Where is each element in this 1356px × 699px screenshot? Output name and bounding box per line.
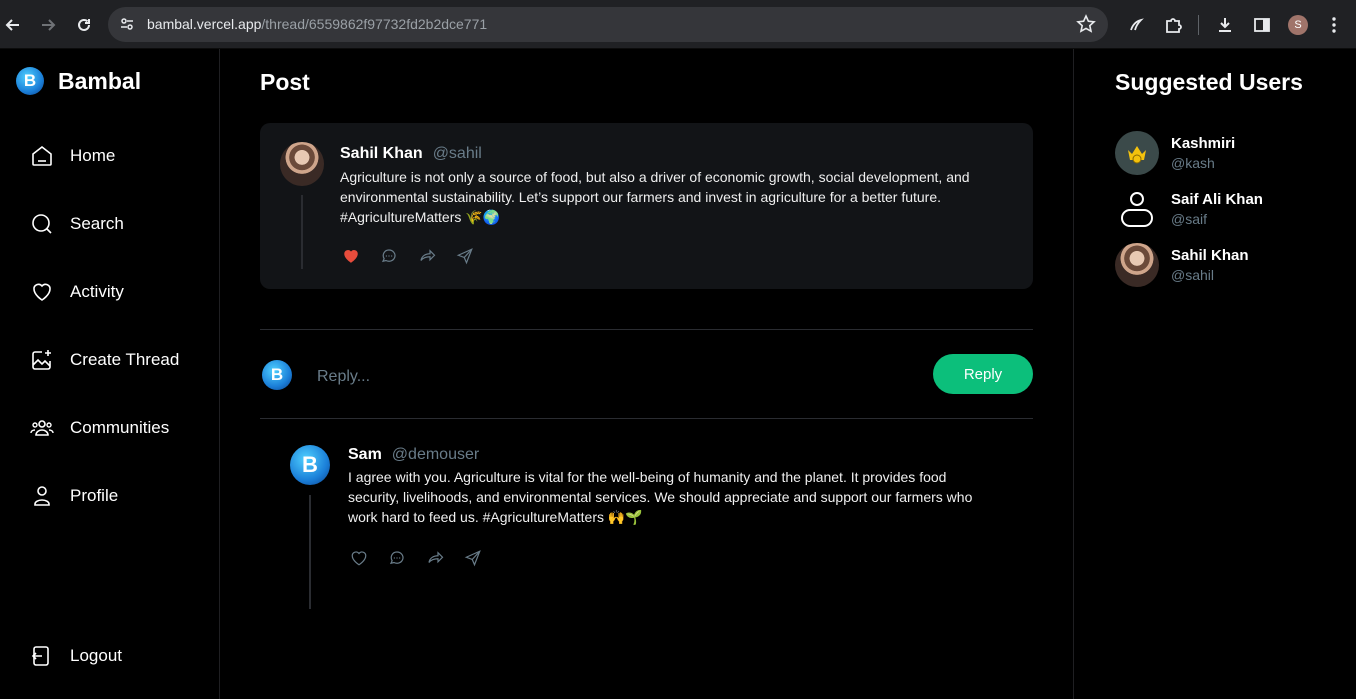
reply-input[interactable] <box>317 368 917 386</box>
user-handle: @kash <box>1171 155 1215 171</box>
brand[interactable]: B Bambal <box>16 67 141 95</box>
nav-label-communities: Communities <box>70 418 170 437</box>
back-icon[interactable] <box>2 14 24 36</box>
reply-form: B Reply <box>260 349 1033 409</box>
site-info-icon[interactable] <box>118 15 136 33</box>
brand-logo: B <box>16 67 44 95</box>
crown-avatar-icon <box>1128 146 1146 164</box>
brand-name: Bambal <box>58 67 142 94</box>
extension-icon[interactable] <box>1125 14 1147 36</box>
puzzle-icon[interactable] <box>1162 14 1184 36</box>
post-header: Sahil Khan @sahil <box>340 145 482 163</box>
post-text: Agriculture is not only a source of food… <box>340 169 970 225</box>
comment-thread-line <box>309 495 311 609</box>
user-avatar <box>1115 131 1159 175</box>
share-send-icon[interactable] <box>464 549 482 567</box>
repost-icon[interactable] <box>426 549 444 567</box>
post-actions <box>342 247 474 265</box>
reply-button[interactable]: Reply <box>933 354 1033 394</box>
nav-item-activity[interactable]: Activity <box>30 278 124 306</box>
comment-handle: @demouser <box>391 446 480 463</box>
logout-button[interactable]: Logout <box>30 642 122 670</box>
heart-icon <box>33 283 51 301</box>
author-avatar[interactable] <box>280 142 324 186</box>
divider-top <box>260 329 1033 330</box>
share-send-icon[interactable] <box>456 247 474 265</box>
nav-item-search[interactable]: Search <box>30 210 124 238</box>
nav-label-activity: Activity <box>70 282 124 301</box>
home-icon <box>32 145 52 166</box>
nav-item-communities[interactable]: Communities <box>30 414 169 442</box>
nav-label-profile: Profile <box>70 486 119 505</box>
image-plus-icon <box>32 350 51 370</box>
nav-item-home[interactable]: Home <box>30 142 115 170</box>
suggested-user[interactable]: Saif Ali Khan @saif <box>1115 187 1263 231</box>
suggested-user[interactable]: Kashmiri @kash <box>1115 131 1235 175</box>
download-icon[interactable] <box>1214 14 1236 36</box>
comment-actions <box>350 549 482 567</box>
comment-author-avatar[interactable]: B <box>290 445 330 485</box>
user-name: Sahil Khan <box>1171 247 1249 264</box>
browser-toolbar: bambal.vercel.app/thread/6559862f97732fd… <box>0 0 1356 49</box>
nav-item-profile[interactable]: Profile <box>30 482 118 510</box>
nav-label-create-thread: Create Thread <box>70 350 180 369</box>
current-user-avatar: B <box>262 360 292 390</box>
post-author[interactable]: Sahil Khan <box>340 145 423 162</box>
main-content: Post Sahil Khan @sahil Agriculture is not… <box>220 49 1074 699</box>
user-avatar <box>1115 187 1159 231</box>
post-card: Sahil Khan @sahil Agriculture is not only… <box>260 123 1033 289</box>
suggested-users-title: Suggested Users <box>1115 69 1303 95</box>
profile-avatar[interactable]: S <box>1288 15 1308 35</box>
nav-label-search: Search <box>70 214 124 233</box>
like-heart-icon[interactable] <box>350 549 368 567</box>
post-handle: @sahil <box>432 145 482 162</box>
user-name: Kashmiri <box>1171 135 1236 152</box>
logout-label: Logout <box>70 646 122 665</box>
toolbar-separator <box>1198 15 1199 35</box>
user-handle: @sahil <box>1171 267 1215 283</box>
logout-icon <box>31 646 49 666</box>
menu-kebab-icon[interactable] <box>1323 14 1345 36</box>
search-icon <box>32 214 52 234</box>
comment-author[interactable]: Sam <box>348 446 382 463</box>
user-placeholder-icon <box>1121 192 1153 227</box>
suggested-user[interactable]: Sahil Khan @sahil <box>1115 243 1249 287</box>
comment-icon[interactable] <box>388 549 406 567</box>
reload-icon[interactable] <box>73 14 95 36</box>
nav-label-home: Home <box>70 146 116 165</box>
bookmark-star-icon[interactable] <box>1076 14 1096 34</box>
user-name: Saif Ali Khan <box>1171 191 1263 208</box>
user-handle: @saif <box>1171 211 1207 227</box>
address-bar[interactable]: bambal.vercel.app/thread/6559862f97732fd… <box>108 7 1108 42</box>
comment-item: B Sam @demouser I agree with you. Agricul… <box>280 435 1020 635</box>
comment-icon[interactable] <box>380 247 398 265</box>
users-icon <box>30 420 54 436</box>
user-icon <box>34 486 50 506</box>
side-panel-icon[interactable] <box>1251 14 1273 36</box>
comment-header: Sam @demouser <box>348 446 479 464</box>
page-title: Post <box>260 69 310 95</box>
divider-bottom <box>260 418 1033 419</box>
forward-icon[interactable] <box>37 14 59 36</box>
left-sidebar: B Bambal Home Search Activity Create Thr… <box>0 49 220 699</box>
like-heart-icon[interactable] <box>342 247 360 265</box>
right-sidebar: Suggested Users Kashmiri @kash Saif Ali … <box>1073 49 1356 699</box>
user-avatar <box>1115 243 1159 287</box>
url-text: bambal.vercel.app/thread/6559862f97732fd… <box>147 16 488 32</box>
comment-text: I agree with you. Agriculture is vital f… <box>348 469 973 525</box>
repost-icon[interactable] <box>418 247 436 265</box>
nav-item-create-thread[interactable]: Create Thread <box>30 346 179 374</box>
thread-line <box>301 195 303 269</box>
